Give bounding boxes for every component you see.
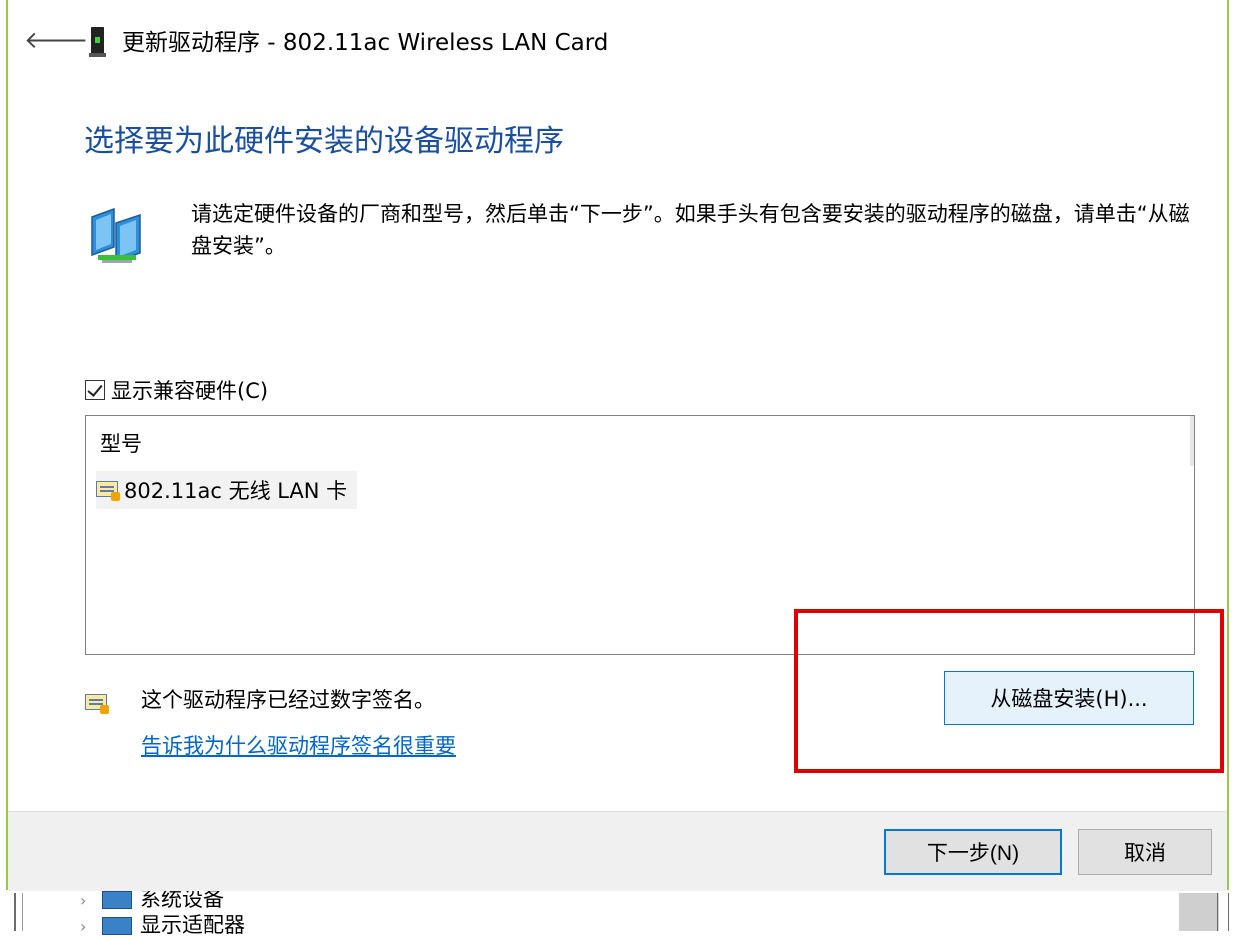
scrollbar[interactable] xyxy=(1179,893,1219,931)
device-icon xyxy=(89,27,106,57)
signature-status-text: 这个驱动程序已经过数字签名。 xyxy=(141,688,435,712)
chevron-right-icon[interactable]: › xyxy=(80,915,102,939)
chevron-right-icon[interactable]: › xyxy=(80,889,102,913)
next-button[interactable]: 下一步(N) xyxy=(884,829,1062,875)
back-arrow-icon[interactable]: 🡐 xyxy=(24,26,88,54)
background-window-left-edge xyxy=(14,893,23,931)
model-column-header: 型号 xyxy=(100,432,142,456)
page-heading: 选择要为此硬件安装的设备驱动程序 xyxy=(84,124,564,159)
list-item-label: 802.11ac 无线 LAN 卡 xyxy=(124,479,348,503)
show-compatible-hardware-checkbox[interactable]: 显示兼容硬件(C) xyxy=(85,374,268,406)
update-driver-dialog: 🡐 更新驱动程序 - 802.11ac Wireless LAN Card 选择… xyxy=(6,0,1229,891)
background-window: › 系统设备 › 显示适配器 xyxy=(0,887,1249,937)
cancel-button[interactable]: 取消 xyxy=(1078,829,1212,875)
display-icon xyxy=(102,917,132,935)
certificate-icon xyxy=(85,692,109,714)
certificate-icon xyxy=(96,479,120,501)
model-list[interactable]: 型号 802.11ac 无线 LAN 卡 xyxy=(85,415,1195,655)
have-disk-button[interactable]: 从磁盘安装(H)... xyxy=(944,671,1194,725)
window-title: 更新驱动程序 - 802.11ac Wireless LAN Card xyxy=(122,30,609,56)
network-adapter-icon xyxy=(91,207,141,263)
driver-signing-info-link[interactable]: 告诉我为什么驱动程序签名很重要 xyxy=(141,730,456,762)
background-window-right-edge xyxy=(1217,893,1229,931)
tree-item-label: 显示适配器 xyxy=(140,913,245,937)
list-scrollbar[interactable] xyxy=(1190,416,1194,466)
checkbox[interactable] xyxy=(85,380,105,400)
checkbox-label: 显示兼容硬件(C) xyxy=(111,379,269,403)
instructions-text: 请选定硬件设备的厂商和型号，然后单击“下一步”。如果手头有包含要安装的驱动程序的… xyxy=(191,202,1190,258)
title-bar: 🡐 更新驱动程序 - 802.11ac Wireless LAN Card xyxy=(8,0,1227,80)
computer-icon xyxy=(102,891,132,909)
list-item[interactable]: 802.11ac 无线 LAN 卡 xyxy=(96,471,358,509)
tree-item-display-adapters[interactable]: › 显示适配器 xyxy=(80,913,245,939)
